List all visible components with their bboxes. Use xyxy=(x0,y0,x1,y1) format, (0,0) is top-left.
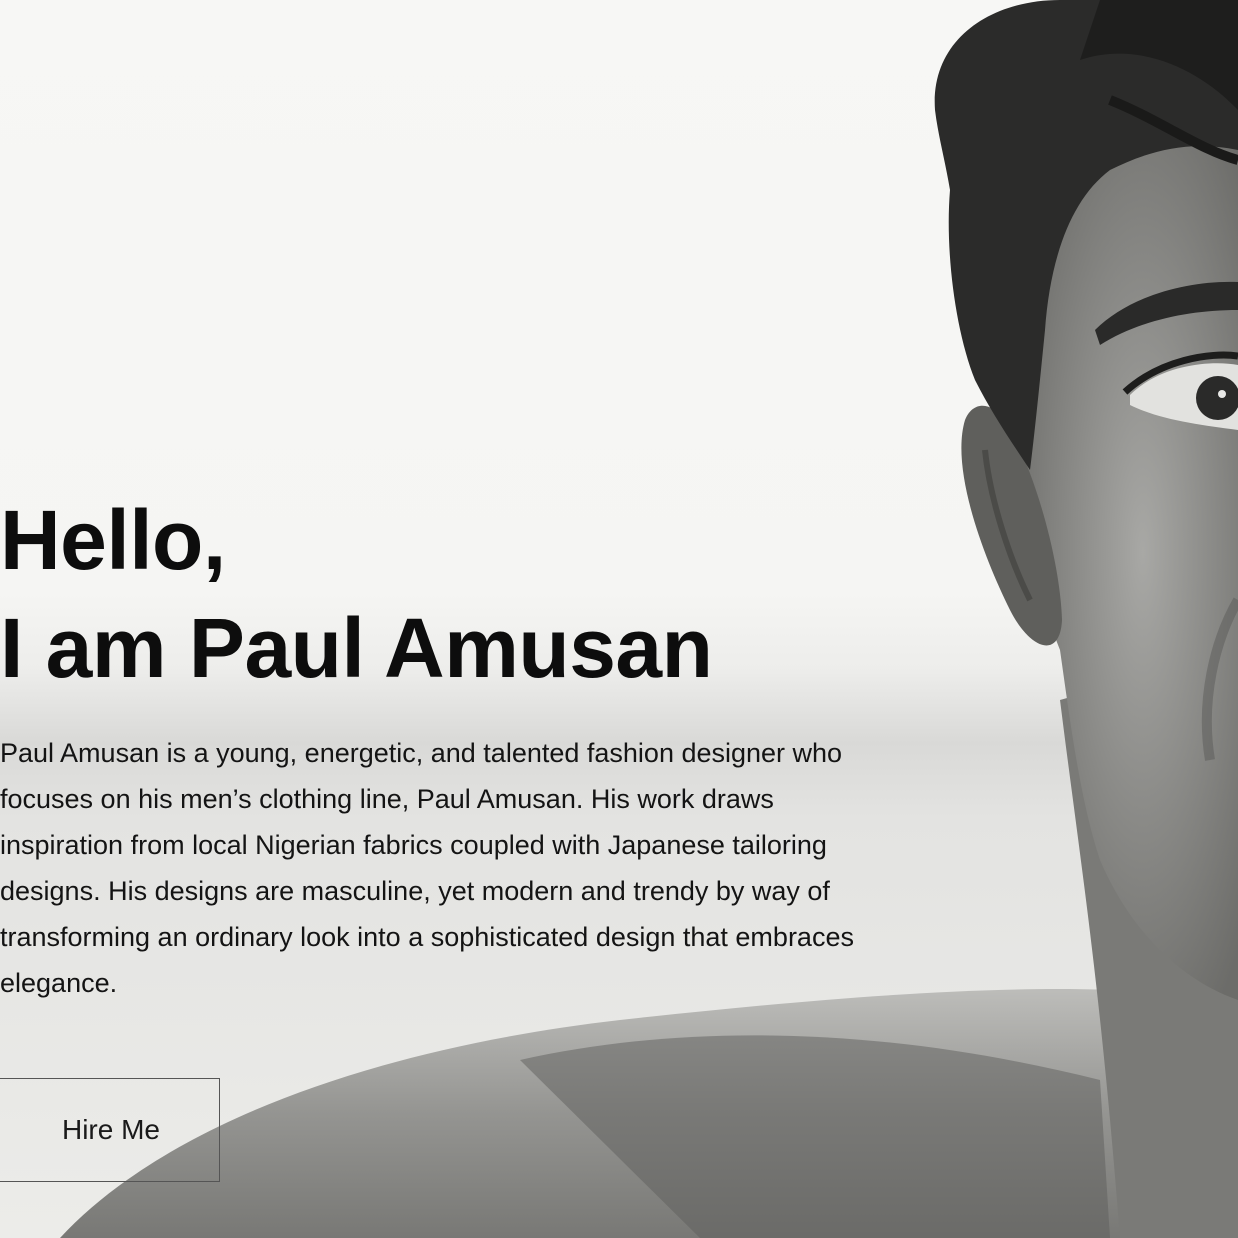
hero-content: Hello, I am Paul Amusan Paul Amusan is a… xyxy=(0,486,900,1006)
hero-section: Hello, I am Paul Amusan Paul Amusan is a… xyxy=(0,0,1238,1238)
hire-me-button[interactable]: Hire Me xyxy=(0,1078,220,1182)
page-title: Hello, I am Paul Amusan xyxy=(0,486,900,702)
bio-paragraph: Paul Amusan is a young, energetic, and t… xyxy=(0,738,854,998)
headline-line-2: I am Paul Amusan xyxy=(0,601,713,695)
headline-line-1: Hello, xyxy=(0,493,226,587)
